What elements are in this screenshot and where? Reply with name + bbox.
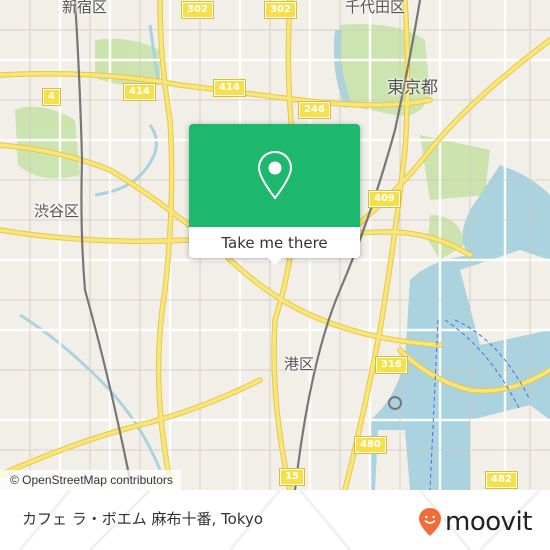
route-shield: 409: [368, 190, 401, 208]
district-label-chiyoda: 千代田区: [345, 0, 406, 16]
route-shield: 414: [213, 79, 246, 97]
popup-header: [189, 124, 360, 227]
route-shield: 15: [279, 468, 305, 486]
route-shield: 246: [298, 101, 331, 119]
moovit-logo[interactable]: moovit: [418, 507, 532, 537]
park-hibiya: [420, 135, 490, 200]
route-shield: 302: [181, 1, 214, 19]
moovit-smiley-pin-icon: [419, 508, 441, 536]
brand-wordmark: moovit: [445, 507, 532, 537]
route-shield: 480: [354, 436, 387, 454]
district-label-shibuya: 渋谷区: [34, 202, 80, 220]
district-label-tokyo: 東京都: [387, 78, 438, 98]
map-view[interactable]: 新宿区 千代田区 東京都 渋谷区 港区 302 302 4 414 414 24…: [0, 0, 550, 490]
popup-pointer: [267, 257, 283, 265]
map-pin-icon: [257, 150, 293, 200]
route-shield: 482: [485, 471, 518, 489]
take-me-there-button[interactable]: Take me there: [189, 227, 360, 258]
location-popup[interactable]: Take me there: [189, 124, 360, 265]
route-shield: 4: [42, 88, 61, 106]
district-label-minato: 港区: [284, 355, 315, 373]
district-label-shinjuku: 新宿区: [62, 0, 108, 16]
park-meiji-jingu: [15, 106, 80, 179]
route-shield: 302: [264, 1, 297, 19]
route-shield: 316: [375, 356, 408, 374]
river-shibuya: [94, 124, 158, 197]
map-attribution[interactable]: © OpenStreetMap contributors: [0, 470, 181, 490]
place-title: カフェ ラ・ボエム 麻布十番, Tokyo: [22, 510, 264, 528]
route-shield: 414: [123, 83, 156, 101]
